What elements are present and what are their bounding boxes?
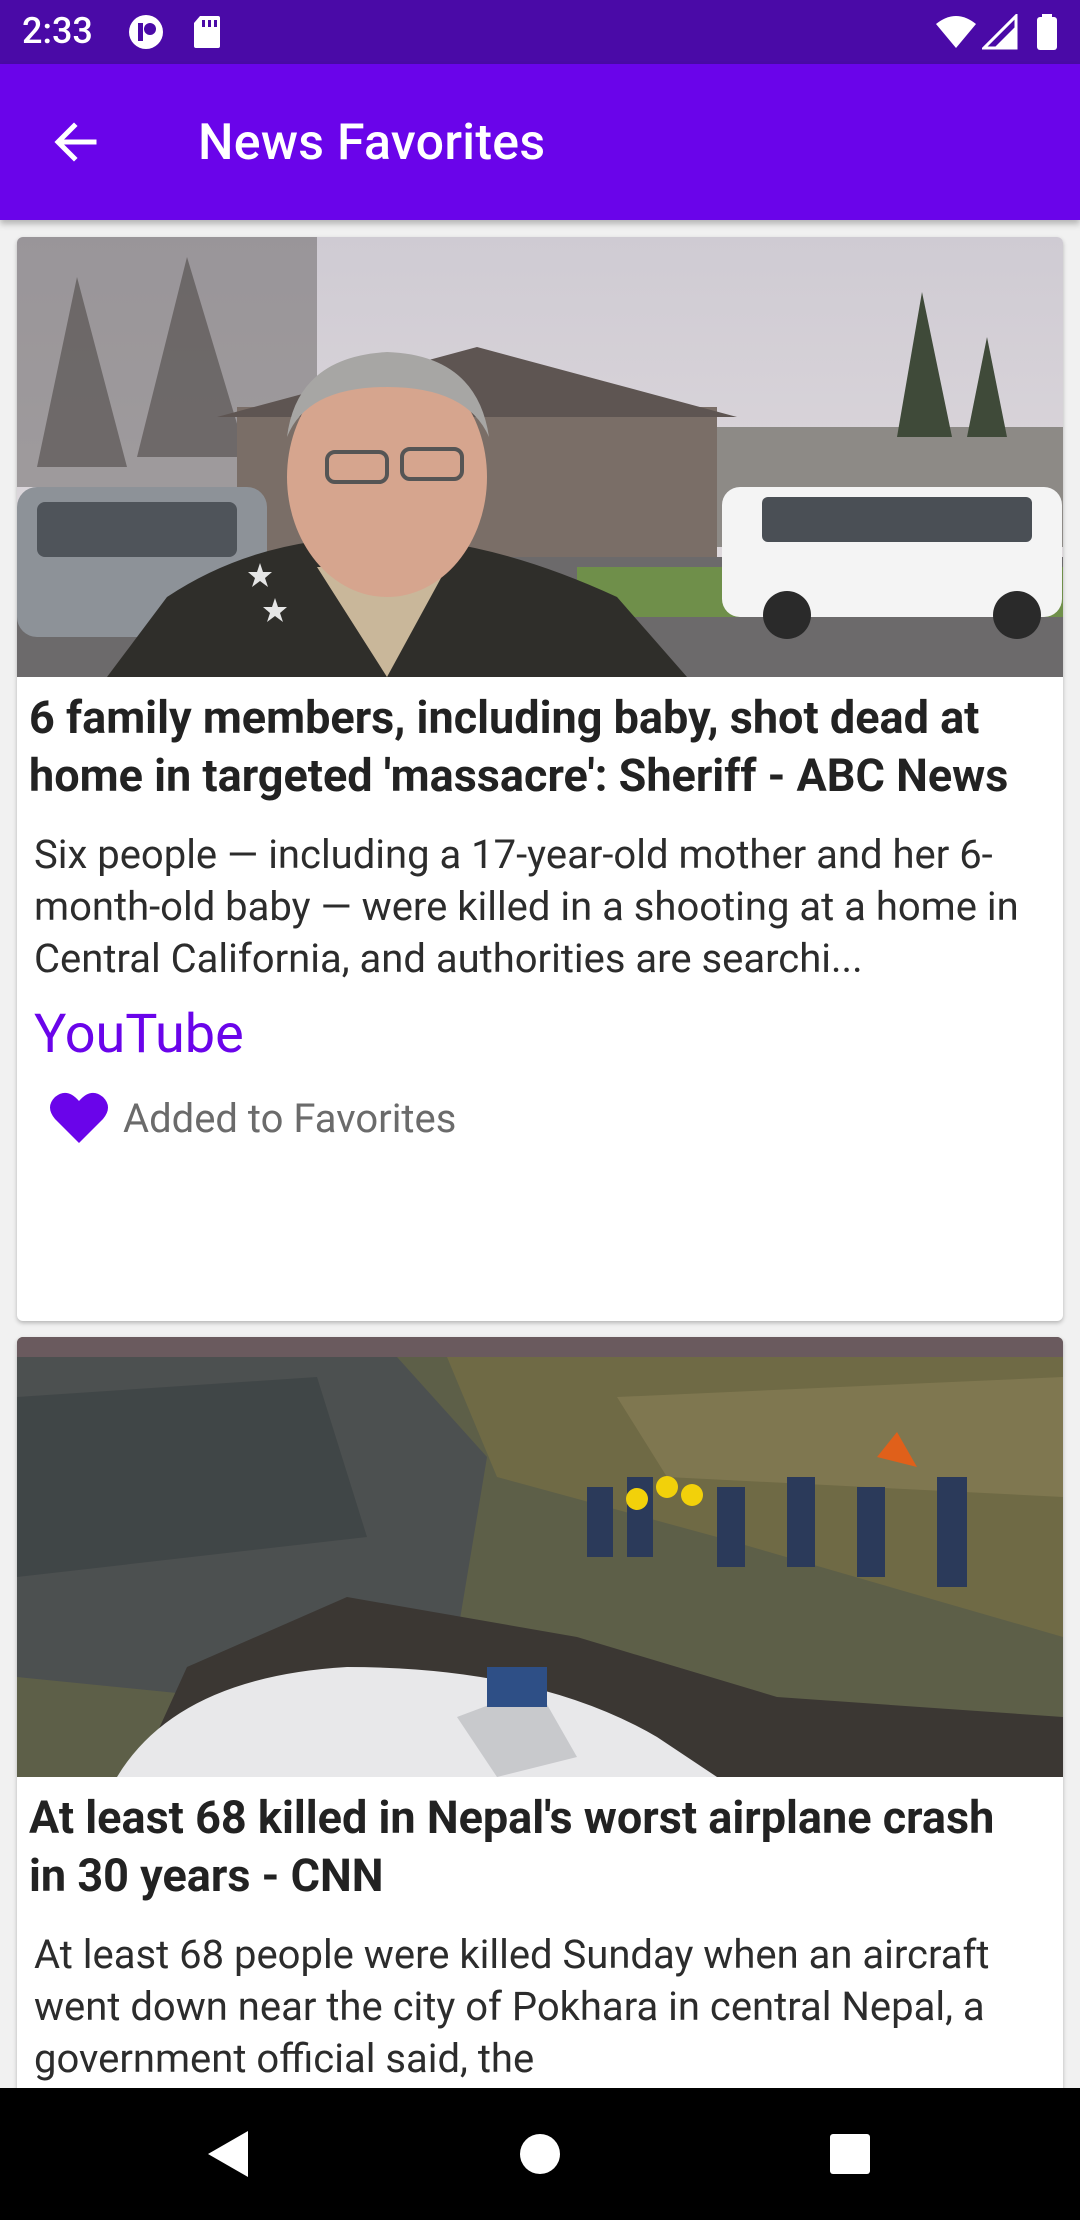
article-image[interactable] <box>17 1337 1063 1777</box>
article-image[interactable] <box>17 237 1063 677</box>
article-title[interactable]: 6 family members, including baby, shot d… <box>29 689 1039 805</box>
notification-icon <box>126 14 166 54</box>
favorites-list[interactable]: 6 family members, including baby, shot d… <box>0 220 1080 2088</box>
status-time: 2:33 <box>22 10 93 52</box>
status-bar: 2:33 <box>0 0 1080 64</box>
back-button[interactable] <box>38 104 114 180</box>
back-triangle-icon <box>208 2131 248 2177</box>
arrow-left-icon <box>54 122 97 162</box>
favorite-toggle[interactable]: Added to Favorites <box>49 1091 456 1145</box>
nav-back-button[interactable] <box>188 2118 268 2190</box>
recents-square-icon <box>830 2134 870 2174</box>
nav-recents-button[interactable] <box>810 2118 890 2190</box>
article-description: Six people — including a 17-year-old mot… <box>34 831 1019 982</box>
wifi-icon <box>934 14 978 54</box>
battery-icon <box>1036 14 1058 54</box>
nav-home-button[interactable] <box>500 2118 580 2190</box>
page-title: News Favorites <box>198 114 546 172</box>
sd-card-icon <box>192 14 222 54</box>
signal-icon <box>980 12 1018 54</box>
favorite-label: Added to Favorites <box>123 1094 457 1142</box>
navigation-bar <box>0 2088 1080 2220</box>
article-description: At least 68 people were killed Sunday wh… <box>34 1931 990 2082</box>
article-source-link[interactable]: YouTube <box>34 1003 244 1066</box>
article-title[interactable]: At least 68 killed in Nepal's worst airp… <box>29 1789 1039 1905</box>
home-circle-icon <box>520 2134 560 2174</box>
article-card[interactable]: At least 68 killed in Nepal's worst airp… <box>17 1337 1063 2088</box>
heart-icon <box>50 1092 108 1143</box>
article-card[interactable]: 6 family members, including baby, shot d… <box>17 237 1063 1321</box>
app-bar: News Favorites <box>0 64 1080 220</box>
